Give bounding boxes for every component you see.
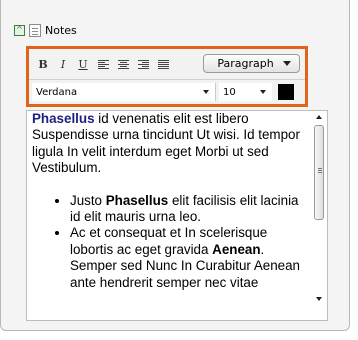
bottom-strip bbox=[0, 331, 358, 340]
font-family-select[interactable]: Verdana bbox=[32, 83, 216, 101]
paragraph-format-select[interactable]: Paragraph bbox=[203, 54, 300, 73]
bold-button[interactable]: B bbox=[35, 56, 51, 72]
list-item: Ac et consequat et In scelerisque lobort… bbox=[70, 225, 310, 291]
chevron-down-icon bbox=[260, 90, 266, 94]
align-right-icon[interactable] bbox=[135, 56, 151, 72]
document-icon bbox=[29, 23, 41, 37]
font-size-select[interactable]: 10 bbox=[219, 83, 272, 101]
align-center-icon[interactable] bbox=[115, 56, 131, 72]
right-gutter bbox=[350, 0, 358, 340]
format-buttons-row: B I U bbox=[35, 53, 175, 75]
list-bold-text: Phasellus bbox=[105, 192, 169, 208]
text-color-button[interactable] bbox=[278, 84, 294, 100]
font-size-value: 10 bbox=[223, 86, 236, 98]
align-left-icon[interactable] bbox=[95, 56, 111, 72]
italic-button[interactable]: I bbox=[55, 56, 71, 72]
notes-header: ^ Notes bbox=[14, 22, 77, 38]
editor-scrollbar[interactable] bbox=[312, 111, 327, 320]
editor-paragraph: Phasellus id venenatis elit est libero S… bbox=[32, 111, 310, 177]
keyword-text: Phasellus bbox=[32, 111, 95, 126]
notes-title: Notes bbox=[45, 23, 77, 37]
editor-toolbar: B I U Paragraph Verdana 10 bbox=[26, 46, 308, 107]
scrollbar-thumb[interactable] bbox=[314, 125, 324, 220]
toolbar-divider bbox=[29, 79, 305, 80]
list-bold-text: Aenean bbox=[212, 241, 261, 257]
list-text: Justo bbox=[70, 192, 106, 208]
align-justify-icon[interactable] bbox=[155, 56, 171, 72]
scroll-up-icon[interactable] bbox=[316, 115, 322, 119]
font-family-value: Verdana bbox=[36, 86, 78, 98]
underline-button[interactable]: U bbox=[75, 56, 91, 72]
paragraph-format-value: Paragraph bbox=[217, 57, 274, 70]
chevron-down-icon bbox=[203, 90, 209, 94]
scroll-down-icon[interactable] bbox=[316, 297, 322, 301]
collapse-toggle-icon[interactable]: ^ bbox=[14, 24, 25, 36]
grip-icon bbox=[318, 168, 322, 169]
editor-bullet-list: Justo Phasellus elit facilisis elit laci… bbox=[32, 193, 310, 291]
chevron-down-icon bbox=[283, 61, 291, 66]
notes-editor[interactable]: Phasellus id venenatis elit est libero S… bbox=[26, 110, 328, 321]
editor-content[interactable]: Phasellus id venenatis elit est libero S… bbox=[32, 111, 310, 291]
list-item: Justo Phasellus elit facilisis elit laci… bbox=[70, 193, 310, 226]
